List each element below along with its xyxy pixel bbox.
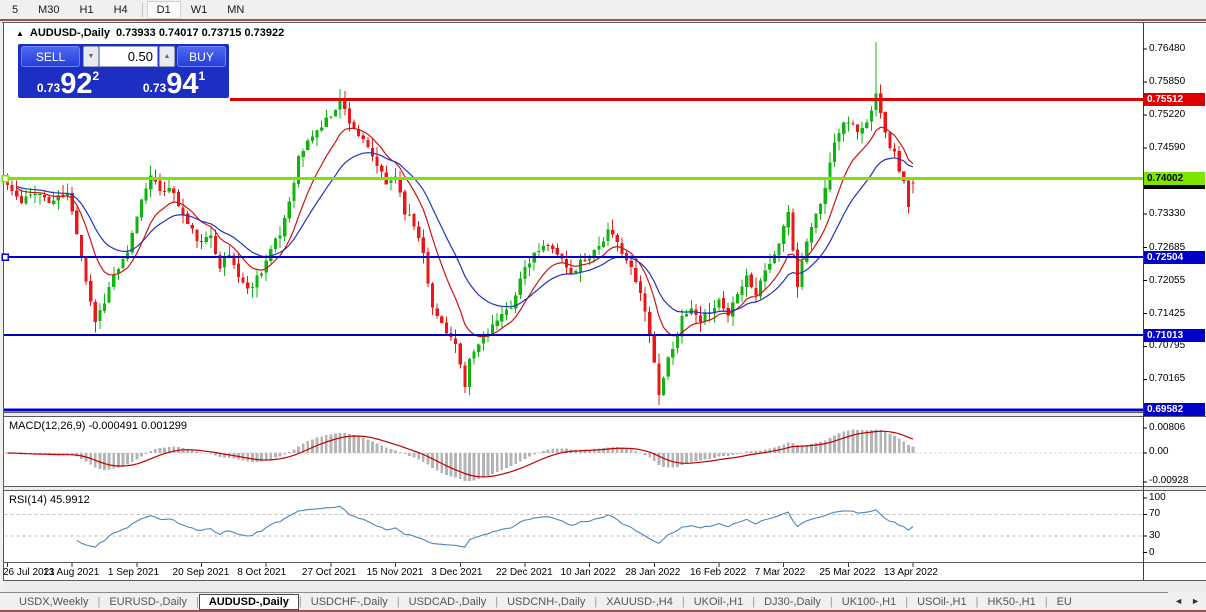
resistance-line-badge: 0.75512	[1144, 93, 1205, 107]
tab-eurusd-daily[interactable]: EURUSD-,Daily	[100, 595, 196, 609]
tab-scroll-left-icon[interactable]: ◄	[1174, 596, 1183, 606]
tab-usoil-h1[interactable]: USOil-,H1	[908, 595, 976, 609]
rsi-axis-tick: 30	[1149, 530, 1161, 542]
date-axis-label: 20 Sep 2021	[172, 567, 230, 578]
timeframe-toolbar: 5 M30 H1 H4 D1 W1 MN	[0, 0, 1206, 19]
panel-splitter-1[interactable]	[4, 413, 1206, 416]
sell-button[interactable]: SELL	[21, 46, 80, 67]
tab-usdchf-daily[interactable]: USDCHF-,Daily	[302, 595, 397, 609]
bottom-chrome-band	[4, 581, 1206, 592]
buy-price-prefix: 0.73	[142, 81, 167, 95]
panel-splitter-2[interactable]	[4, 487, 1206, 490]
buy-price-pips: 94	[166, 68, 199, 100]
macd-label: MACD(12,26,9) -0.000491 0.001299	[9, 420, 187, 432]
toolbar-separator	[141, 2, 143, 17]
buy-button[interactable]: BUY	[177, 46, 226, 67]
date-axis-label: 27 Oct 2021	[301, 567, 357, 578]
tab-usdx-weekly[interactable]: USDX,Weekly	[10, 595, 97, 609]
green-line-badge: 0.74002	[1144, 172, 1205, 186]
rsi-label: RSI(14) 45.9912	[9, 494, 90, 506]
tab-xauusd-h4[interactable]: XAUUSD-,H4	[597, 595, 682, 609]
tab-hk50-h1[interactable]: HK50-,H1	[978, 595, 1044, 609]
tab-dj30-daily[interactable]: DJ30-,Daily	[755, 595, 830, 609]
lot-size-input[interactable]: 0.50	[99, 46, 158, 67]
date-axis-label: 15 Nov 2021	[366, 567, 424, 578]
timeframe-h1[interactable]: H1	[70, 1, 104, 19]
rsi-axis-tick: 70	[1149, 508, 1161, 520]
support-line-badge-1: 0.72504	[1144, 250, 1205, 264]
date-axis-label: 8 Oct 2021	[237, 567, 287, 578]
tab-ukoil-h1[interactable]: UKOil-,H1	[685, 595, 753, 609]
tab-scroll-controls: ◄ ►	[1168, 592, 1206, 610]
price-axis-tick: 0.75850	[1149, 75, 1186, 87]
sell-price-pips: 92	[60, 68, 93, 100]
date-axis-label: 13 Apr 2022	[884, 567, 938, 578]
price-axis-tick: 0.71425	[1149, 307, 1186, 319]
collapse-panel-icon[interactable]: ▲	[16, 29, 24, 38]
date-axis-label: 7 Mar 2022	[754, 567, 806, 578]
lot-decrease-button[interactable]: ▼	[83, 46, 99, 67]
timeframe-w1[interactable]: W1	[181, 1, 218, 19]
support-line-badge-3: 0.69582	[1144, 403, 1205, 417]
top-accent-line	[0, 19, 1206, 21]
timeframe-d1[interactable]: D1	[146, 0, 181, 19]
rsi-axis-tick: 0	[1149, 546, 1155, 558]
price-axis-tick: 0.76480	[1149, 43, 1186, 54]
buy-price[interactable]: 0.73 94 1	[122, 68, 226, 100]
buy-price-pipette: 1	[198, 69, 206, 83]
lot-increase-button[interactable]: ▲	[159, 46, 175, 67]
sell-price-prefix: 0.73	[36, 81, 61, 95]
one-click-trade-panel: SELL ▼ 0.50 ▲ BUY 0.73 92 2 0.73 94 1	[18, 44, 229, 100]
macd-axis-tick: 0.00	[1149, 446, 1169, 457]
tab-eu[interactable]: EU	[1048, 595, 1081, 609]
tab-audusd-daily[interactable]: AUDUSD-,Daily	[198, 593, 299, 610]
sell-price[interactable]: 0.73 92 2	[18, 68, 118, 100]
date-axis-label: 16 Feb 2022	[689, 567, 747, 578]
timeframe-h4[interactable]: H4	[104, 1, 138, 19]
rsi-axis-tick: 100	[1149, 492, 1166, 503]
chart-header: ▲ AUDUSD-,Daily 0.73933 0.74017 0.73715 …	[16, 27, 284, 39]
tab-scroll-right-icon[interactable]: ►	[1191, 596, 1200, 606]
chart-ohlc-values: 0.73933 0.74017 0.73715 0.73922	[116, 27, 285, 39]
timeframe-mn[interactable]: MN	[217, 1, 254, 19]
price-axis-tick: 0.70165	[1149, 373, 1186, 385]
price-axis-tick: 0.74590	[1149, 141, 1186, 153]
macd-axis-tick: 0.00806	[1149, 422, 1186, 433]
price-axis-tick: 0.72055	[1149, 274, 1186, 286]
timeframe-5[interactable]: 5	[2, 1, 28, 19]
price-axis-tick: 0.73330	[1149, 207, 1186, 219]
date-axis-label: 1 Sep 2021	[107, 567, 160, 578]
macd-axis-tick: -0.00928	[1149, 475, 1189, 486]
date-axis-label: 13 Aug 2021	[43, 567, 100, 578]
timeframe-m30[interactable]: M30	[28, 1, 69, 19]
support-line-badge-2: 0.71013	[1144, 328, 1205, 342]
rsi-panel[interactable]	[4, 491, 1143, 562]
date-axis-label: 28 Jan 2022	[625, 567, 681, 578]
price-axis-tick: 0.70795	[1149, 340, 1186, 352]
date-axis-label: 25 Mar 2022	[819, 567, 876, 578]
date-axis-label: 3 Dec 2021	[431, 567, 483, 578]
tab-uk100-h1[interactable]: UK100-,H1	[833, 595, 905, 609]
price-axis-tick: 0.75220	[1149, 108, 1186, 120]
date-axis-label: 10 Jan 2022	[560, 567, 616, 578]
sell-price-pipette: 2	[92, 69, 100, 83]
chart-symbol-title: AUDUSD-,Daily	[29, 27, 110, 39]
trading-terminal: { "toolbar": { "timeframes": ["5", "M30"…	[0, 0, 1206, 612]
chart-tab-bar: USDX,Weekly | EURUSD-,Daily | AUDUSD-,Daily |…	[0, 592, 1206, 610]
tab-usdcad-daily[interactable]: USDCAD-,Daily	[400, 595, 496, 609]
tab-usdcnh-daily[interactable]: USDCNH-,Daily	[498, 595, 594, 609]
date-axis-label: 22 Dec 2021	[495, 567, 553, 578]
